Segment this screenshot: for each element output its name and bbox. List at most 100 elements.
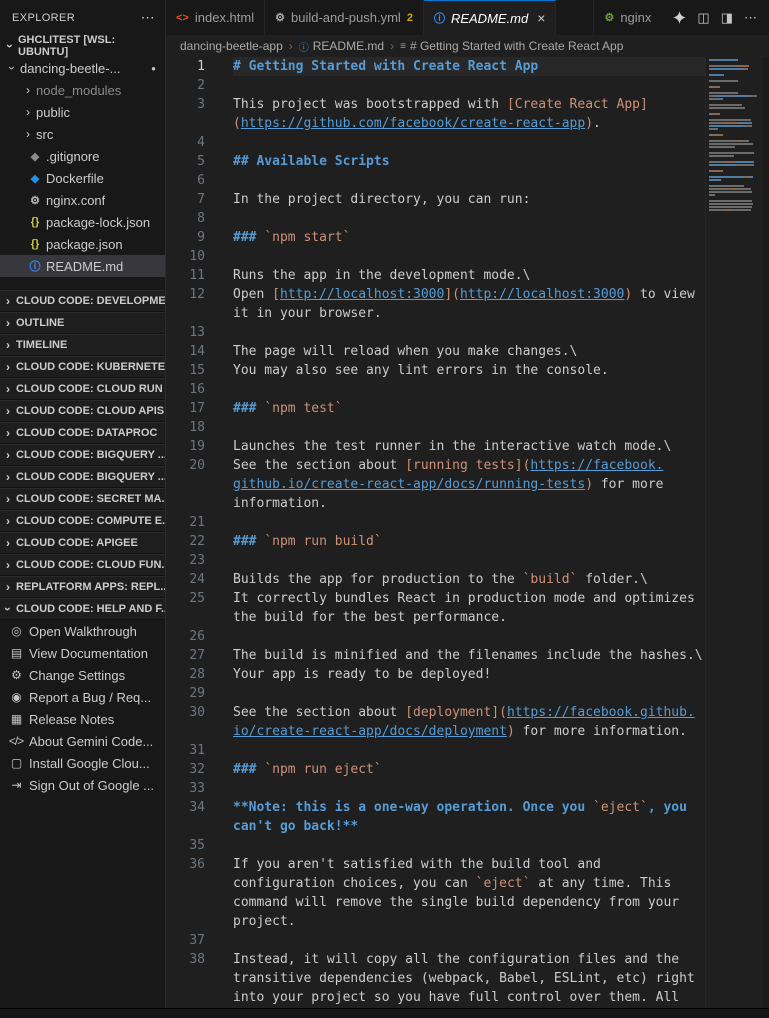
code-token: Runs the app in the development mode.\ bbox=[233, 268, 530, 283]
workspace-section-header[interactable]: › GHCLITEST [WSL: UBUNTU] bbox=[0, 35, 165, 57]
section-cloud-code-kubernetes[interactable]: ›CLOUD CODE: KUBERNETES bbox=[0, 356, 165, 378]
item-label: nginx.conf bbox=[46, 193, 105, 208]
line-number: 31 bbox=[166, 741, 205, 760]
section-cloud-code-cloud-apis[interactable]: ›CLOUD CODE: CLOUD APIS bbox=[0, 400, 165, 422]
minimap-line bbox=[709, 134, 763, 136]
section-cloud-code-developme[interactable]: ›CLOUD CODE: DEVELOPME... bbox=[0, 290, 165, 312]
tree-item-node-modules[interactable]: ›node_modules bbox=[0, 79, 165, 101]
help-item-label: View Documentation bbox=[29, 646, 148, 661]
section-label: CLOUD CODE: KUBERNETES bbox=[16, 361, 165, 373]
code-line: it in your browser. bbox=[233, 304, 705, 323]
tree-item-dancing-beetle[interactable]: ›dancing-beetle-...● bbox=[0, 57, 165, 79]
section-cloud-code-help-and-f[interactable]: ›CLOUD CODE: HELP AND F... bbox=[0, 598, 165, 620]
minimap-token bbox=[709, 161, 726, 163]
gemini-sparkle-icon[interactable] bbox=[673, 11, 686, 24]
tree-item-readme-md[interactable]: ⓘREADME.md bbox=[0, 255, 165, 277]
chevron-right-icon: › bbox=[0, 449, 16, 461]
help-item-change-settings[interactable]: ⚙Change Settings bbox=[0, 664, 165, 686]
tree-item-nginx-conf[interactable]: ⚙nginx.conf bbox=[0, 189, 165, 211]
code-token: `eject` bbox=[593, 800, 648, 815]
tree-item-public[interactable]: ›public bbox=[0, 101, 165, 123]
tab-nginx[interactable]: ⚙nginx bbox=[593, 0, 661, 35]
tree-item-gitignore[interactable]: ◆.gitignore bbox=[0, 145, 165, 167]
editor-tabs: <>index.html⚙build-and-push.yml2ⓘREADME.… bbox=[166, 0, 661, 35]
minimap-line bbox=[709, 128, 763, 130]
minimap-token bbox=[709, 179, 721, 181]
help-item-release-notes[interactable]: ▦Release Notes bbox=[0, 708, 165, 730]
customize-layout-icon[interactable]: ◨ bbox=[721, 10, 733, 26]
code-token: ) bbox=[507, 724, 515, 739]
breadcrumb-dancing-beetle-app[interactable]: dancing-beetle-app bbox=[180, 39, 283, 53]
minimap-line bbox=[709, 185, 763, 187]
code-line: Open [http://localhost:3000](http://loca… bbox=[233, 285, 705, 304]
chevron-right-icon: › bbox=[0, 427, 16, 439]
item-label: public bbox=[36, 105, 70, 120]
line-number bbox=[166, 874, 205, 893]
section-cloud-code-cloud-run[interactable]: ›CLOUD CODE: CLOUD RUN bbox=[0, 378, 165, 400]
breadcrumb-readme-md[interactable]: ⓘREADME.md bbox=[299, 39, 384, 54]
help-item-install-google-clou[interactable]: ▢Install Google Clou... bbox=[0, 752, 165, 774]
minimap-line bbox=[709, 152, 763, 154]
section-cloud-code-bigquery[interactable]: ›CLOUD CODE: BIGQUERY ... bbox=[0, 466, 165, 488]
file-tree: ›dancing-beetle-...●›node_modules›public… bbox=[0, 57, 165, 277]
editor-scrollbar[interactable] bbox=[763, 57, 769, 1008]
info-file-icon: ⓘ bbox=[299, 39, 309, 54]
minimap-token bbox=[739, 122, 752, 124]
tab-readme-md[interactable]: ⓘREADME.md× bbox=[424, 0, 556, 35]
tab-label: README.md bbox=[451, 11, 528, 26]
explorer-more-actions-icon[interactable]: ⋯ bbox=[141, 9, 155, 26]
tree-item-dockerfile[interactable]: ◆Dockerfile bbox=[0, 167, 165, 189]
section-cloud-code-secret-ma[interactable]: ›CLOUD CODE: SECRET MA... bbox=[0, 488, 165, 510]
section-cloud-code-compute-e[interactable]: ›CLOUD CODE: COMPUTE E... bbox=[0, 510, 165, 532]
section-cloud-code-dataproc[interactable]: ›CLOUD CODE: DATAPROC bbox=[0, 422, 165, 444]
minimap-line bbox=[709, 86, 763, 88]
code-token: github.io/create-react-app/docs/running-… bbox=[233, 477, 585, 492]
line-number bbox=[166, 494, 205, 513]
minimap-token bbox=[709, 98, 723, 100]
chevron-right-icon: › bbox=[20, 128, 36, 140]
minimap-line bbox=[709, 155, 763, 157]
tree-item-package-json[interactable]: {}package.json bbox=[0, 233, 165, 255]
code-line bbox=[233, 931, 705, 950]
line-number: 26 bbox=[166, 627, 205, 646]
section-cloud-code-apigee[interactable]: ›CLOUD CODE: APIGEE bbox=[0, 532, 165, 554]
line-number: 14 bbox=[166, 342, 205, 361]
close-icon[interactable]: × bbox=[537, 11, 545, 25]
section-cloud-code-cloud-fun[interactable]: ›CLOUD CODE: CLOUD FUN... bbox=[0, 554, 165, 576]
more-actions-icon[interactable]: ⋯ bbox=[744, 10, 757, 26]
section-label: CLOUD CODE: BIGQUERY ... bbox=[16, 471, 165, 483]
help-item-open-walkthrough[interactable]: ◎Open Walkthrough bbox=[0, 620, 165, 642]
item-label: Dockerfile bbox=[46, 171, 104, 186]
section-timeline[interactable]: ›TIMELINE bbox=[0, 334, 165, 356]
chevron-right-icon: › bbox=[0, 317, 16, 329]
help-item-sign-out-of-google[interactable]: ⇥Sign Out of Google ... bbox=[0, 774, 165, 796]
split-editor-icon[interactable]: ◫ bbox=[697, 10, 709, 26]
code-line: can't go back!** bbox=[233, 817, 705, 836]
minimap-token bbox=[709, 191, 752, 193]
tree-item-src[interactable]: ›src bbox=[0, 123, 165, 145]
help-item-about-gemini-code[interactable]: </>About Gemini Code... bbox=[0, 730, 165, 752]
code-area[interactable]: # Getting Started with Create React AppT… bbox=[215, 57, 705, 1008]
section-outline[interactable]: ›OUTLINE bbox=[0, 312, 165, 334]
section-cloud-code-bigquery[interactable]: ›CLOUD CODE: BIGQUERY ... bbox=[0, 444, 165, 466]
tab-index-html[interactable]: <>index.html bbox=[166, 0, 265, 35]
tree-item-package-lock-json[interactable]: {}package-lock.json bbox=[0, 211, 165, 233]
minimap-token bbox=[745, 125, 752, 127]
help-item-view-documentation[interactable]: ▤View Documentation bbox=[0, 642, 165, 664]
minimap[interactable] bbox=[705, 57, 763, 1008]
breadcrumb-getting-started-with-create-react-app[interactable]: ≡# Getting Started with Create React App bbox=[400, 39, 623, 53]
git-ignore-icon: ◆ bbox=[26, 150, 44, 163]
help-item-report-a-bug-req[interactable]: ◉Report a Bug / Req... bbox=[0, 686, 165, 708]
section-replatform-apps-repl[interactable]: ›REPLATFORM APPS: REPL... bbox=[0, 576, 165, 598]
symbol-icon: ≡ bbox=[400, 41, 406, 52]
line-number: 37 bbox=[166, 931, 205, 950]
tab-build-and-push-yml[interactable]: ⚙build-and-push.yml2 bbox=[265, 0, 424, 35]
info-file-icon: ⓘ bbox=[26, 258, 44, 274]
line-number bbox=[166, 893, 205, 912]
code-token: Instead, it will copy all the configurat… bbox=[233, 952, 679, 967]
item-label: package.json bbox=[46, 237, 123, 252]
minimap-token bbox=[737, 188, 751, 190]
editor-pane[interactable]: 1234567891011121314151617181920212223242… bbox=[166, 57, 769, 1008]
minimap-line bbox=[709, 77, 763, 79]
nginx-gear-icon: ⚙ bbox=[604, 11, 614, 24]
